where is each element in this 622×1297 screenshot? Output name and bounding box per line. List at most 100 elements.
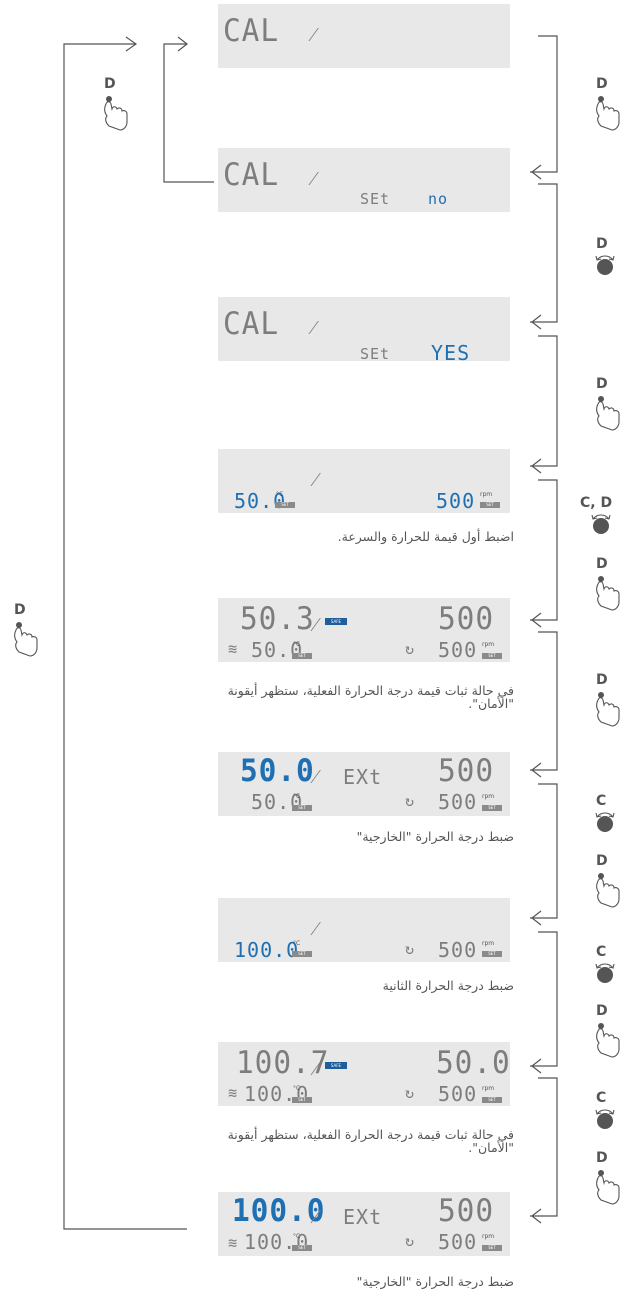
lcd-panel-8: 100.7 ⁄ SAFE 50.0 ≋ 100.0 °C SET ↻ 500 r… (218, 1042, 510, 1106)
set-tag: SET (482, 1097, 502, 1103)
actual-temperature: 50.0 (240, 753, 315, 789)
probe-icon: ⁄ (312, 22, 317, 46)
rotate-knob-icon (595, 1109, 615, 1129)
probe-icon: ⁄ (314, 916, 319, 940)
press-hand-icon (596, 692, 620, 727)
rotate-knob-icon (591, 514, 611, 534)
caption-3: ضبط درجة الحرارة "الخارجية" (356, 829, 514, 844)
unit-rpm: rpm (482, 1233, 495, 1240)
right-step-label-7: D (596, 853, 608, 869)
right-step-label-11: D (596, 1150, 608, 1166)
unit-rpm: rpm (480, 491, 493, 498)
set-tag: SET (292, 951, 312, 957)
rotation-icon: ↻ (405, 940, 416, 958)
actual-temperature: 100.0 (232, 1193, 326, 1229)
lcd-panel-1: CAL ⁄ (218, 4, 510, 68)
external-label: EXt (343, 765, 383, 789)
inner-loop-line (163, 43, 214, 183)
rotation-icon: ↻ (405, 792, 416, 810)
set-tag: SET (292, 805, 312, 811)
unit-celsius: °C (293, 793, 301, 800)
right-step-label-0: D (596, 76, 608, 92)
caption-4: ضبط درجة الحرارة الثانية (382, 978, 514, 993)
safe-icon: SAFE (325, 1062, 347, 1069)
right-step-label-1: D (596, 236, 608, 252)
right-step-label-6: C (596, 793, 607, 809)
heating-icon: ≋ (228, 1084, 239, 1102)
lcd-panel-2: CAL ⁄ SEt no (218, 148, 510, 212)
unit-rpm: rpm (482, 940, 495, 947)
set-tag: SET (482, 951, 502, 957)
probe-icon: ⁄ (314, 1056, 319, 1080)
caption-5: في حالة ثبات قيمة درجة الحرارة الفعلية، … (227, 1127, 514, 1155)
press-hand-icon (596, 1023, 620, 1058)
rotate-knob-icon (595, 812, 615, 832)
actual-temperature: 50.3 (240, 601, 315, 637)
probe-icon: ⁄ (314, 1204, 319, 1228)
unit-celsius: °C (293, 940, 301, 947)
press-hand-icon (596, 396, 620, 431)
lcd-panel-7: ⁄ 100.0 °C SET ↻ 500 rpm SET (218, 898, 510, 962)
unit-celsius: °C (293, 1085, 301, 1092)
lcd-panel-3: CAL ⁄ SEt YES (218, 297, 510, 365)
speed-set: 500 (436, 489, 476, 513)
set-tag: SET (482, 1245, 502, 1251)
speed-set: 500 (438, 638, 478, 662)
set-value: YES (431, 341, 471, 365)
heating-icon: ≋ (228, 1234, 239, 1252)
press-hand-icon (596, 1170, 620, 1205)
lcd-panel-5: 50.3 ⁄ SAFE 500 ≋ 50.0 SET °C ↻ 500 rpm … (218, 598, 510, 662)
right-step-label-10: C (596, 1090, 607, 1106)
heating-icon: ≋ (228, 640, 239, 658)
rotation-icon: ↻ (405, 1232, 416, 1250)
actual-speed: 500 (438, 1193, 495, 1229)
probe-icon: ⁄ (314, 467, 319, 491)
press-hand-icon (596, 96, 620, 131)
lcd-panel-6: 50.0 ⁄ EXt 500 50.0 °C SET ↻ 500 rpm SET (218, 752, 510, 816)
probe-icon: ⁄ (314, 612, 319, 636)
caption-6: ضبط درجة الحرارة "الخارجية" (356, 1274, 514, 1289)
unit-celsius: °C (293, 1233, 301, 1240)
step-bracket (530, 1077, 558, 1217)
set-tag: SET (482, 805, 502, 811)
caption-1: اضبط أول قيمة للحرارة والسرعة. (337, 529, 514, 544)
set-label: SEt (360, 345, 391, 363)
press-hand-icon (596, 873, 620, 908)
press-hand-icon (104, 96, 128, 131)
right-step-label-4: D (596, 556, 608, 572)
set-tag: SET (292, 1245, 312, 1251)
rotate-knob-icon (595, 963, 615, 983)
safe-icon: SAFE (325, 618, 347, 625)
step-bracket (530, 35, 558, 173)
set-tag: SET (482, 653, 502, 659)
caption-2: في حالة ثبات قيمة درجة الحرارة الفعلية، … (227, 683, 514, 711)
actual-speed: 500 (438, 753, 495, 789)
step-bracket (530, 335, 558, 467)
step-bracket (530, 783, 558, 919)
press-hand-icon (14, 622, 38, 657)
rotation-icon: ↻ (405, 1084, 416, 1102)
speed-set: 500 (438, 938, 478, 962)
probe-icon: ⁄ (312, 315, 317, 339)
actual-speed: 50.0 (436, 1045, 511, 1081)
set-tag: SET (480, 502, 500, 508)
unit-rpm: rpm (482, 793, 495, 800)
right-step-label-2: D (596, 376, 608, 392)
loop-back-line (63, 43, 187, 1230)
lcd-panel-9: 100.0 ⁄ EXt 500 ≋ 100.0 °C SET ↻ 500 rpm… (218, 1192, 510, 1256)
actual-speed: 500 (438, 601, 495, 637)
set-label: SEt (360, 190, 391, 208)
unit-celsius: °C (293, 641, 301, 648)
step-bracket (530, 183, 558, 323)
unit-rpm: rpm (482, 641, 495, 648)
left-step-label-0: D (104, 76, 116, 92)
rotation-icon: ↻ (405, 640, 416, 658)
step-bracket (530, 479, 558, 621)
unit-rpm: rpm (482, 1085, 495, 1092)
right-step-label-9: D (596, 1003, 608, 1019)
speed-set: 500 (438, 790, 478, 814)
unit-celsius: °C (276, 491, 284, 498)
set-tag: SET (292, 1097, 312, 1103)
set-tag: SET (292, 653, 312, 659)
set-value: no (428, 190, 449, 208)
